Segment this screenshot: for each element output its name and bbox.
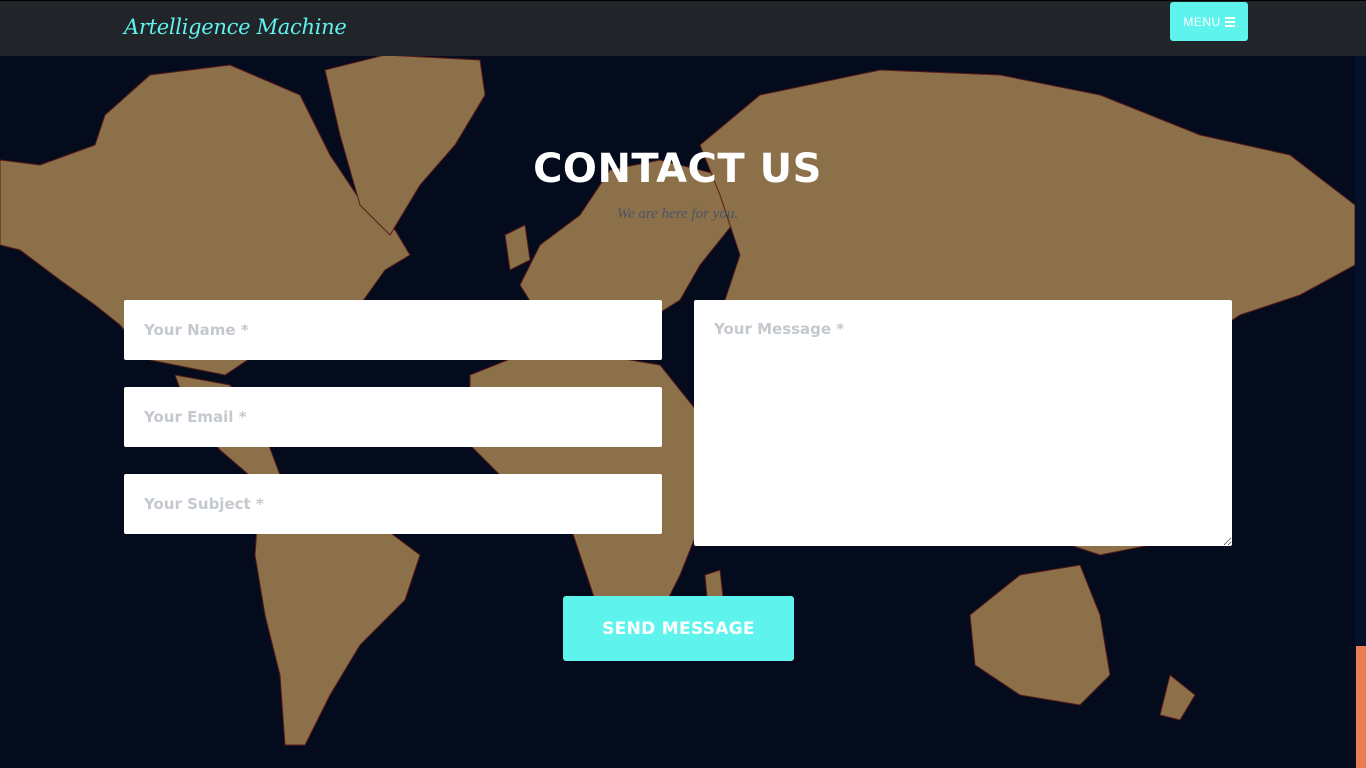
subject-input[interactable] xyxy=(124,474,662,534)
bars-icon xyxy=(1224,16,1235,27)
scrollbar-thumb[interactable] xyxy=(1356,646,1366,768)
email-input[interactable] xyxy=(124,387,662,447)
brand-logo[interactable]: Artelligence Machine xyxy=(124,15,347,39)
menu-label: MENU xyxy=(1183,14,1221,29)
section-subheading: We are here for you. xyxy=(616,206,739,222)
section-heading: CONTACT US xyxy=(533,146,822,192)
top-navbar: Artelligence Machine MENU xyxy=(0,0,1366,56)
send-message-button[interactable]: SEND MESSAGE xyxy=(563,596,794,661)
message-textarea[interactable] xyxy=(694,300,1232,546)
menu-button[interactable]: MENU xyxy=(1170,2,1248,41)
name-input[interactable] xyxy=(124,300,662,360)
